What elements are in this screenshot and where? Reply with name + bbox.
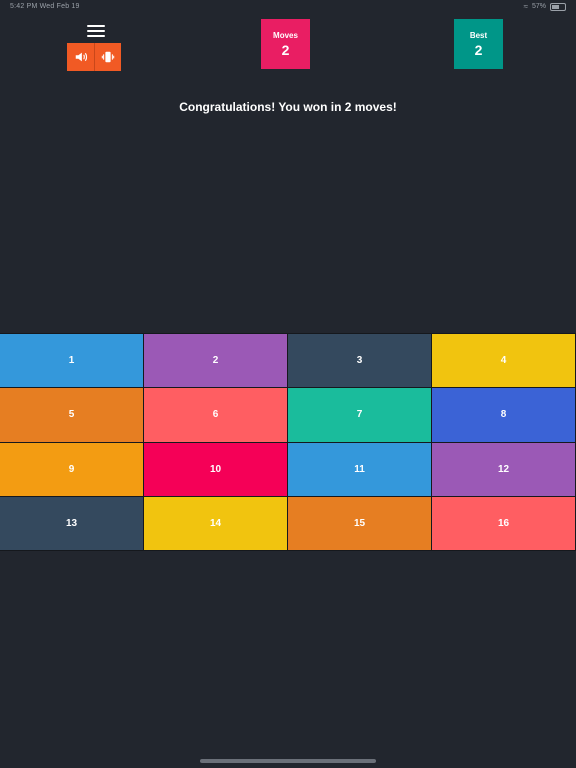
tile-6[interactable]: 6 — [144, 388, 288, 443]
moves-label: Moves — [273, 30, 298, 40]
tile-11[interactable]: 11 — [288, 442, 432, 497]
tile-16[interactable]: 16 — [432, 496, 576, 551]
best-value: 2 — [474, 41, 483, 58]
tile-2[interactable]: 2 — [144, 334, 288, 389]
moves-counter: Moves 2 — [261, 19, 310, 69]
battery-percent: 57% — [531, 3, 546, 10]
status-time: 5:42 PM Wed Feb 19 — [10, 3, 80, 10]
tile-5[interactable]: 5 — [0, 388, 144, 443]
tile-12[interactable]: 12 — [432, 442, 576, 497]
vibration-toggle-button[interactable] — [94, 43, 121, 71]
best-score: Best 2 — [454, 19, 503, 69]
tile-1[interactable]: 1 — [0, 334, 144, 389]
speaker-icon — [75, 52, 87, 62]
tile-4[interactable]: 4 — [432, 334, 576, 389]
hamburger-icon-bar-bottom — [87, 35, 105, 37]
home-indicator[interactable] — [200, 759, 376, 763]
hamburger-icon-bar-middle — [87, 30, 105, 32]
tile-14[interactable]: 14 — [144, 496, 288, 551]
tile-10[interactable]: 10 — [144, 442, 288, 497]
tile-15[interactable]: 15 — [288, 496, 432, 551]
tile-3[interactable]: 3 — [288, 334, 432, 389]
status-indicators: ≈ 57% — [524, 2, 566, 11]
wifi-icon: ≈ — [523, 2, 528, 11]
status-bar: 5:42 PM Wed Feb 19 ≈ 57% — [0, 0, 576, 14]
best-label: Best — [469, 30, 488, 40]
vibrate-icon — [101, 51, 115, 63]
settings-toggles — [67, 43, 121, 71]
puzzle-board: 1 2 3 4 5 6 7 8 9 10 11 12 13 14 15 16 — [0, 333, 576, 551]
battery-icon — [550, 2, 566, 11]
tile-7[interactable]: 7 — [288, 388, 432, 443]
tile-9[interactable]: 9 — [0, 442, 144, 497]
moves-value: 2 — [281, 41, 290, 58]
tile-13[interactable]: 13 — [0, 496, 144, 551]
menu-button[interactable] — [84, 22, 108, 40]
sound-toggle-button[interactable] — [67, 43, 94, 71]
hamburger-icon-bar-top — [87, 25, 105, 27]
win-message: Congratulations! You won in 2 moves! — [179, 100, 397, 114]
tile-8[interactable]: 8 — [432, 388, 576, 443]
